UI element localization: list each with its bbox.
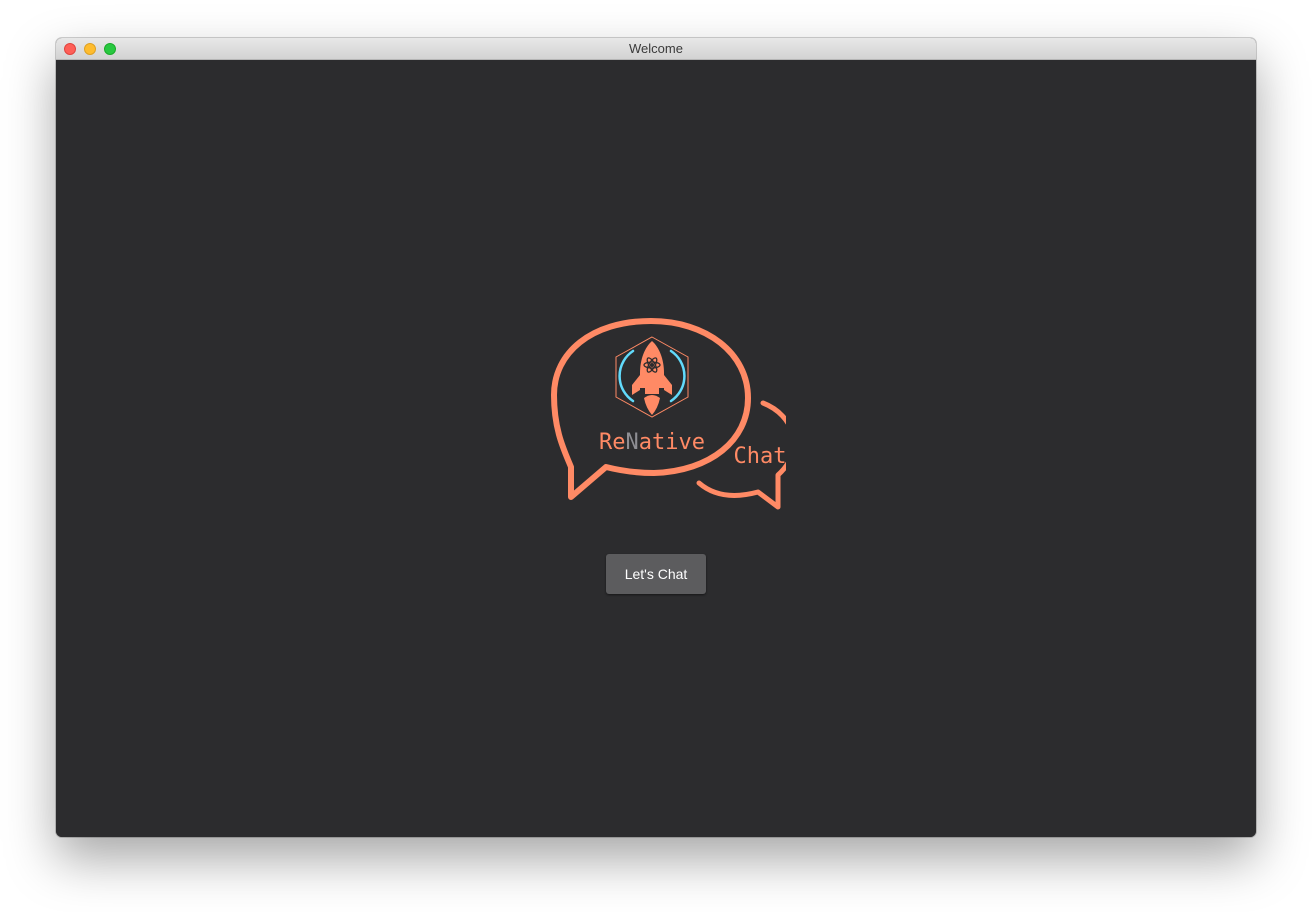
- window-title: Welcome: [629, 41, 683, 56]
- lets-chat-button[interactable]: Let's Chat: [606, 554, 706, 594]
- left-arc-icon: [618, 349, 635, 403]
- chat-wordmark: Chat: [734, 444, 786, 469]
- wordmark-n: N: [626, 430, 639, 455]
- right-arc-icon: [669, 349, 686, 403]
- logo-graphic: ReNative Chat: [551, 318, 786, 510]
- rocket-icon: [632, 341, 672, 415]
- wordmark-ative: ative: [639, 430, 705, 455]
- wordmark-re: Re: [599, 430, 626, 455]
- renative-wordmark: ReNative: [599, 430, 705, 455]
- renative-chat-logo: ReNative Chat: [526, 315, 786, 515]
- welcome-screen: ReNative Chat Let's Chat: [56, 60, 1256, 837]
- react-atom-icon: [643, 356, 661, 374]
- title-bar[interactable]: Welcome: [56, 38, 1256, 60]
- app-window: Welcome ReNative Chat Let's Chat: [56, 38, 1256, 837]
